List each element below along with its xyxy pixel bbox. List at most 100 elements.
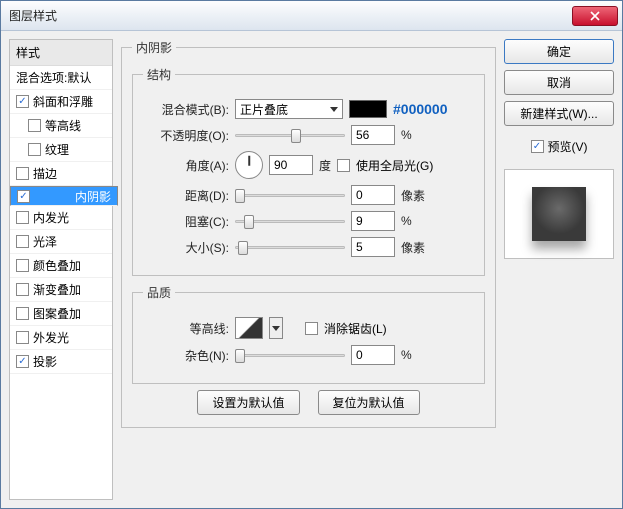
style-item-checkbox[interactable] (16, 331, 29, 344)
style-item-checkbox[interactable] (16, 259, 29, 272)
noise-slider[interactable] (235, 348, 345, 362)
contour-row: 等高线: 消除锯齿(L) (143, 317, 474, 339)
style-item-checkbox[interactable] (16, 167, 29, 180)
style-item-label: 颜色叠加 (33, 257, 81, 274)
style-item-7[interactable]: 颜色叠加 (10, 254, 112, 278)
choke-row: 阻塞(C): 9 % (143, 211, 474, 231)
blend-mode-value: 正片叠底 (240, 101, 288, 118)
style-list: 样式 混合选项:默认 ✓斜面和浮雕等高线纹理描边✓内阴影内发光光泽颜色叠加渐变叠… (9, 39, 113, 500)
style-item-label: 投影 (33, 353, 57, 370)
style-item-checkbox[interactable] (28, 143, 41, 156)
cancel-button[interactable]: 取消 (504, 70, 614, 95)
noise-unit: % (401, 348, 412, 362)
effect-title: 内阴影 (132, 39, 176, 56)
close-button[interactable] (572, 6, 618, 26)
style-item-4[interactable]: ✓内阴影 (10, 186, 118, 206)
style-item-3[interactable]: 描边 (10, 162, 112, 186)
close-icon (590, 11, 600, 21)
style-item-label: 等高线 (45, 117, 81, 134)
size-label: 大小(S): (143, 239, 229, 256)
style-item-10[interactable]: 外发光 (10, 326, 112, 350)
style-item-9[interactable]: 图案叠加 (10, 302, 112, 326)
global-light-checkbox[interactable] (337, 159, 350, 172)
style-item-5[interactable]: 内发光 (10, 206, 112, 230)
style-item-0[interactable]: ✓ 斜面和浮雕 (10, 90, 112, 114)
shadow-color-hex: #000000 (393, 101, 448, 117)
blending-options-label: 混合选项:默认 (16, 69, 91, 86)
style-item-checkbox[interactable] (16, 211, 29, 224)
distance-slider[interactable] (235, 188, 345, 202)
distance-label: 距离(D): (143, 187, 229, 204)
contour-dropdown[interactable] (269, 317, 283, 339)
anti-alias-label: 消除锯齿(L) (324, 320, 387, 337)
angle-input[interactable]: 90 (269, 155, 313, 175)
noise-input[interactable]: 0 (351, 345, 395, 365)
size-slider[interactable] (235, 240, 345, 254)
preview-checkbox[interactable]: ✓ (531, 140, 544, 153)
chevron-down-icon (330, 107, 338, 112)
style-item-label: 渐变叠加 (33, 281, 81, 298)
choke-slider[interactable] (235, 214, 345, 228)
noise-label: 杂色(N): (143, 347, 229, 364)
preview-toggle-row: ✓ 预览(V) (504, 138, 614, 155)
opacity-input[interactable]: 56 (351, 125, 395, 145)
new-style-button[interactable]: 新建样式(W)... (504, 101, 614, 126)
style-item-11[interactable]: ✓ 投影 (10, 350, 112, 374)
structure-fieldset: 结构 混合模式(B): 正片叠底 #000000 不透明度(O): 56 (132, 66, 485, 276)
shadow-color-swatch[interactable] (349, 100, 387, 118)
angle-label: 角度(A): (143, 157, 229, 174)
reset-default-button[interactable]: 复位为默认值 (318, 390, 420, 415)
blend-mode-row: 混合模式(B): 正片叠底 #000000 (143, 99, 474, 119)
style-item-label: 内发光 (33, 209, 69, 226)
choke-unit: % (401, 214, 412, 228)
blend-mode-select[interactable]: 正片叠底 (235, 99, 343, 119)
angle-unit: 度 (319, 157, 331, 174)
blending-options-row[interactable]: 混合选项:默认 (10, 66, 112, 90)
titlebar[interactable]: 图层样式 (1, 1, 622, 31)
preview-swatch (532, 187, 586, 241)
choke-input[interactable]: 9 (351, 211, 395, 231)
set-default-button[interactable]: 设置为默认值 (197, 390, 299, 415)
blend-mode-label: 混合模式(B): (143, 101, 229, 118)
style-item-label: 外发光 (33, 329, 69, 346)
global-light-label: 使用全局光(G) (356, 157, 433, 174)
effect-fieldset: 内阴影 结构 混合模式(B): 正片叠底 #000000 不透明度(O): (121, 39, 496, 428)
distance-input[interactable]: 0 (351, 185, 395, 205)
preview-label: 预览(V) (548, 138, 588, 155)
style-item-label: 描边 (33, 165, 57, 182)
opacity-slider[interactable] (235, 128, 345, 142)
style-item-checkbox[interactable]: ✓ (16, 95, 29, 108)
style-item-label: 光泽 (33, 233, 57, 250)
style-item-label: 斜面和浮雕 (33, 93, 93, 110)
ok-button[interactable]: 确定 (504, 39, 614, 64)
style-item-checkbox[interactable] (16, 307, 29, 320)
anti-alias-checkbox[interactable] (305, 322, 318, 335)
chevron-down-icon (272, 326, 280, 331)
contour-picker[interactable] (235, 317, 263, 339)
angle-dial[interactable] (235, 151, 263, 179)
style-item-checkbox[interactable]: ✓ (17, 190, 30, 203)
style-item-checkbox[interactable] (16, 283, 29, 296)
quality-fieldset: 品质 等高线: 消除锯齿(L) 杂色(N): 0 % (132, 284, 485, 384)
distance-unit: 像素 (401, 187, 425, 204)
style-item-1[interactable]: 等高线 (10, 114, 112, 138)
style-item-2[interactable]: 纹理 (10, 138, 112, 162)
choke-label: 阻塞(C): (143, 213, 229, 230)
layer-style-dialog: 图层样式 样式 混合选项:默认 ✓斜面和浮雕等高线纹理描边✓内阴影内发光光泽颜色… (0, 0, 623, 509)
quality-legend: 品质 (143, 284, 175, 301)
style-item-checkbox[interactable]: ✓ (16, 355, 29, 368)
dialog-body: 样式 混合选项:默认 ✓斜面和浮雕等高线纹理描边✓内阴影内发光光泽颜色叠加渐变叠… (1, 31, 622, 508)
style-item-checkbox[interactable] (28, 119, 41, 132)
preview-box (504, 169, 614, 259)
opacity-row: 不透明度(O): 56 % (143, 125, 474, 145)
style-item-8[interactable]: 渐变叠加 (10, 278, 112, 302)
style-list-header: 样式 (10, 40, 112, 66)
style-item-label: 图案叠加 (33, 305, 81, 322)
center-pane: 内阴影 结构 混合模式(B): 正片叠底 #000000 不透明度(O): (121, 39, 496, 500)
size-input[interactable]: 5 (351, 237, 395, 257)
default-buttons-row: 设置为默认值 复位为默认值 (132, 390, 485, 415)
noise-row: 杂色(N): 0 % (143, 345, 474, 365)
size-unit: 像素 (401, 239, 425, 256)
style-item-checkbox[interactable] (16, 235, 29, 248)
style-item-6[interactable]: 光泽 (10, 230, 112, 254)
